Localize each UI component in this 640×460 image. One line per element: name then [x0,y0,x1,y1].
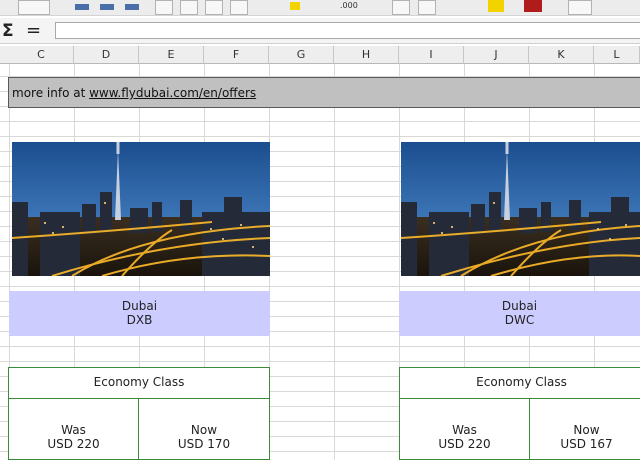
info-banner-cell[interactable]: more info at www.flydubai.com/en/offers [8,77,640,108]
column-header-j[interactable]: J [464,46,529,64]
airport-code: DXB [126,313,153,327]
background-color-icon[interactable] [488,0,504,12]
font-color-icon[interactable] [524,0,542,12]
city-name: Dubai [121,299,158,313]
now-price: USD 170 [177,437,231,451]
column-header-g[interactable]: G [269,46,334,64]
underline-icon[interactable] [125,4,139,10]
airport-code: DWC [504,313,535,327]
merge-icon[interactable] [230,0,248,15]
economy-class-cell[interactable]: Economy Class [399,367,640,399]
column-header-i[interactable]: I [399,46,464,64]
was-price: USD 220 [438,437,491,451]
offers-link[interactable]: www.flydubai.com/en/offers [89,86,256,100]
formula-input[interactable] [55,22,640,39]
table-icon[interactable] [418,0,436,15]
was-label: Was [61,423,86,437]
align-center-icon[interactable] [180,0,198,15]
economy-class-cell[interactable]: Economy Class [8,367,270,399]
city-name: Dubai [501,299,538,313]
was-price-cell[interactable]: Was USD 220 [399,398,530,460]
column-header-k[interactable]: K [529,46,594,64]
font-size-box[interactable] [18,0,50,15]
border-icon[interactable] [392,0,410,15]
bold-icon[interactable] [75,4,89,10]
dubai-skyline-image [12,142,270,276]
column-header-h[interactable]: H [334,46,399,64]
banner-prefix: more info at [12,86,90,100]
banner-text: more info at www.flydubai.com/en/offers [12,86,256,100]
column-header-f[interactable]: F [204,46,269,64]
column-header-d[interactable]: D [74,46,139,64]
sum-icon[interactable]: Σ [2,21,14,41]
align-left-icon[interactable] [155,0,173,15]
formula-bar: Σ = [0,18,640,44]
was-price-cell[interactable]: Was USD 220 [8,398,139,460]
now-price-cell[interactable]: Now USD 167 [529,398,640,460]
number-format-icon[interactable]: .000 [340,1,358,10]
was-label: Was [452,423,477,437]
dubai-skyline-image [401,142,640,276]
city-cell[interactable]: Dubai DWC [399,291,640,336]
sidebar-icon[interactable] [568,0,592,15]
column-header-c[interactable]: C [9,46,74,64]
align-right-icon[interactable] [205,0,223,15]
toolbar: .000 [0,0,640,16]
now-label: Now [573,423,600,437]
now-label: Now [190,423,218,437]
column-header-l[interactable]: L [594,46,640,64]
highlight-icon[interactable] [290,2,300,10]
city-cell[interactable]: Dubai DXB [9,291,270,336]
was-price: USD 220 [47,437,100,451]
italic-icon[interactable] [100,4,114,10]
now-price: USD 167 [560,437,613,451]
now-price-cell[interactable]: Now USD 170 [138,398,270,460]
column-header-e[interactable]: E [139,46,204,64]
column-headers: C D E F G H I J K L [0,46,640,64]
formula-icon[interactable]: = [26,20,41,41]
